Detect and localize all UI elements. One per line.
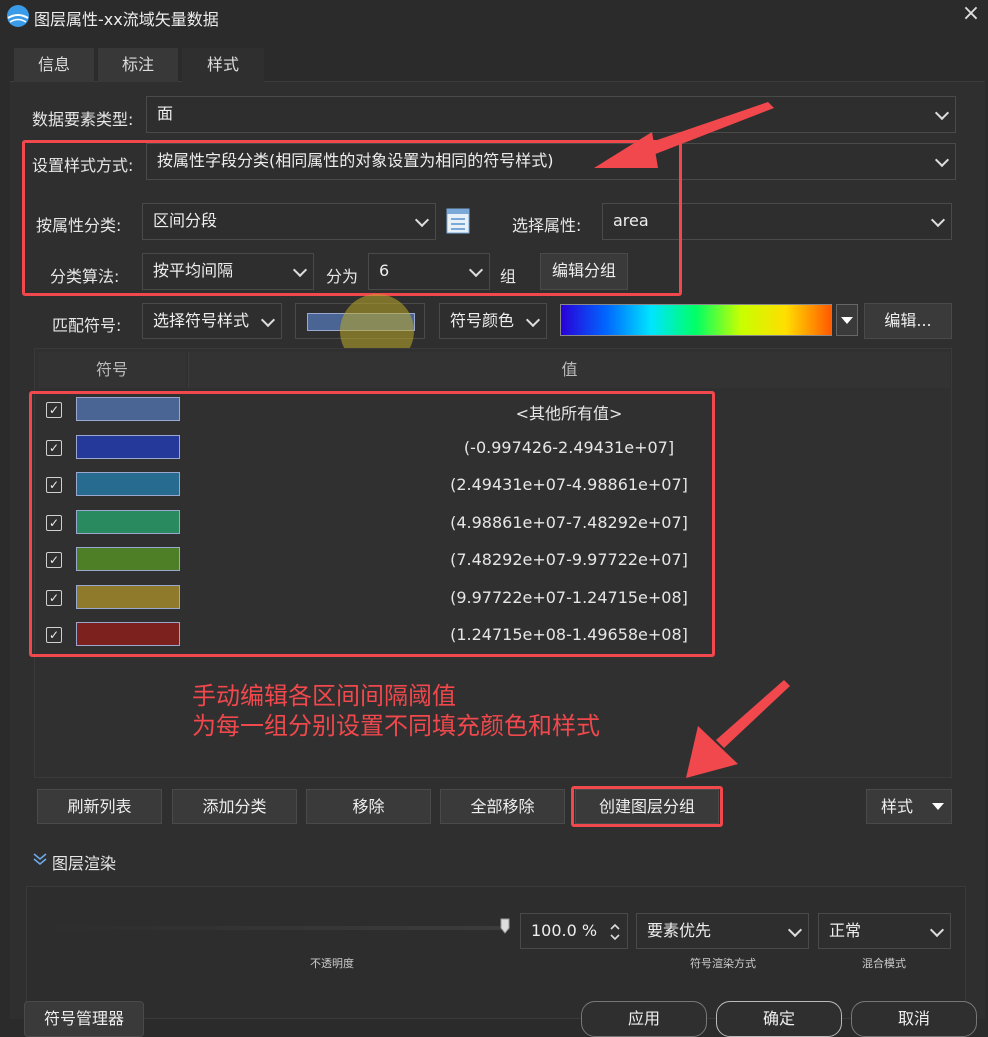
render-section (26, 886, 966, 1019)
tab-style[interactable]: 样式 (182, 48, 264, 82)
highlight-class-rows (29, 391, 715, 657)
refresh-list-button[interactable]: 刷新列表 (37, 789, 162, 824)
symbol-manager-button[interactable]: 符号管理器 (24, 1001, 144, 1037)
double-chevron-down-icon[interactable] (32, 851, 48, 867)
edit-ramp-button[interactable]: 编辑... (864, 303, 952, 339)
close-icon[interactable]: × (958, 2, 984, 28)
feature-type-value: 面 (157, 104, 174, 123)
color-ramp-dropdown[interactable] (836, 304, 858, 336)
feature-type-label: 数据要素类型: (32, 110, 134, 129)
cancel-button[interactable]: 取消 (851, 1001, 977, 1037)
style-menu-label: 样式 (881, 797, 914, 816)
ok-button[interactable]: 确定 (716, 1001, 842, 1037)
symbol-color-select[interactable]: 符号颜色 (439, 303, 547, 339)
render-mode-value: 要素优先 (647, 921, 712, 940)
chevron-down-icon (934, 105, 950, 121)
col-header-symbol[interactable]: 符号 (38, 352, 186, 388)
render-mode-select[interactable]: 要素优先 (636, 913, 809, 949)
window-title: 图层属性-xx流域矢量数据 (34, 10, 219, 29)
annotation-arrow-icon (686, 680, 790, 778)
opacity-label: 不透明度 (310, 957, 354, 970)
col-header-value[interactable]: 值 (188, 352, 950, 388)
chevron-down-icon (260, 312, 276, 328)
triangle-down-icon (932, 803, 944, 810)
symbol-color-value: 符号颜色 (450, 311, 515, 330)
blend-mode-select[interactable]: 正常 (818, 913, 951, 949)
match-symbol-label: 匹配符号: (52, 316, 122, 335)
spinner-arrows-icon[interactable] (609, 922, 621, 942)
annotation-arrow-icon (594, 102, 774, 168)
opacity-value: 100.0 % (531, 921, 598, 940)
highlight-style-settings (22, 140, 682, 296)
chevron-down-icon (930, 212, 946, 228)
opacity-slider-track[interactable] (44, 926, 510, 930)
chevron-down-icon (525, 312, 541, 328)
annotation-line-2: 为每一组分别设置不同填充颜色和样式 (192, 712, 600, 740)
app-logo-icon (7, 5, 29, 27)
color-ramp[interactable] (560, 304, 832, 336)
opacity-slider-handle[interactable] (500, 918, 510, 934)
blend-mode-value: 正常 (829, 921, 862, 940)
opacity-spinbox[interactable]: 100.0 % (520, 913, 628, 949)
remove-button[interactable]: 移除 (306, 789, 431, 824)
symbol-style-value: 选择符号样式 (153, 311, 250, 330)
feature-type-select[interactable]: 面 (146, 96, 956, 133)
apply-button[interactable]: 应用 (581, 1001, 707, 1037)
highlight-create-group (571, 786, 723, 827)
render-mode-label: 符号渲染方式 (690, 957, 756, 970)
style-menu-button[interactable]: 样式 (866, 789, 952, 824)
remove-all-button[interactable]: 全部移除 (440, 789, 565, 824)
tab-label[interactable]: 标注 (98, 48, 178, 82)
chevron-down-icon (787, 922, 803, 938)
blend-mode-label: 混合模式 (862, 957, 906, 970)
tab-info[interactable]: 信息 (14, 48, 94, 82)
symbol-style-select[interactable]: 选择符号样式 (142, 303, 282, 339)
chevron-down-icon (929, 922, 945, 938)
render-section-title: 图层渲染 (52, 854, 117, 873)
add-class-button[interactable]: 添加分类 (172, 789, 297, 824)
triangle-down-icon (841, 317, 853, 324)
chevron-down-icon (934, 152, 950, 168)
